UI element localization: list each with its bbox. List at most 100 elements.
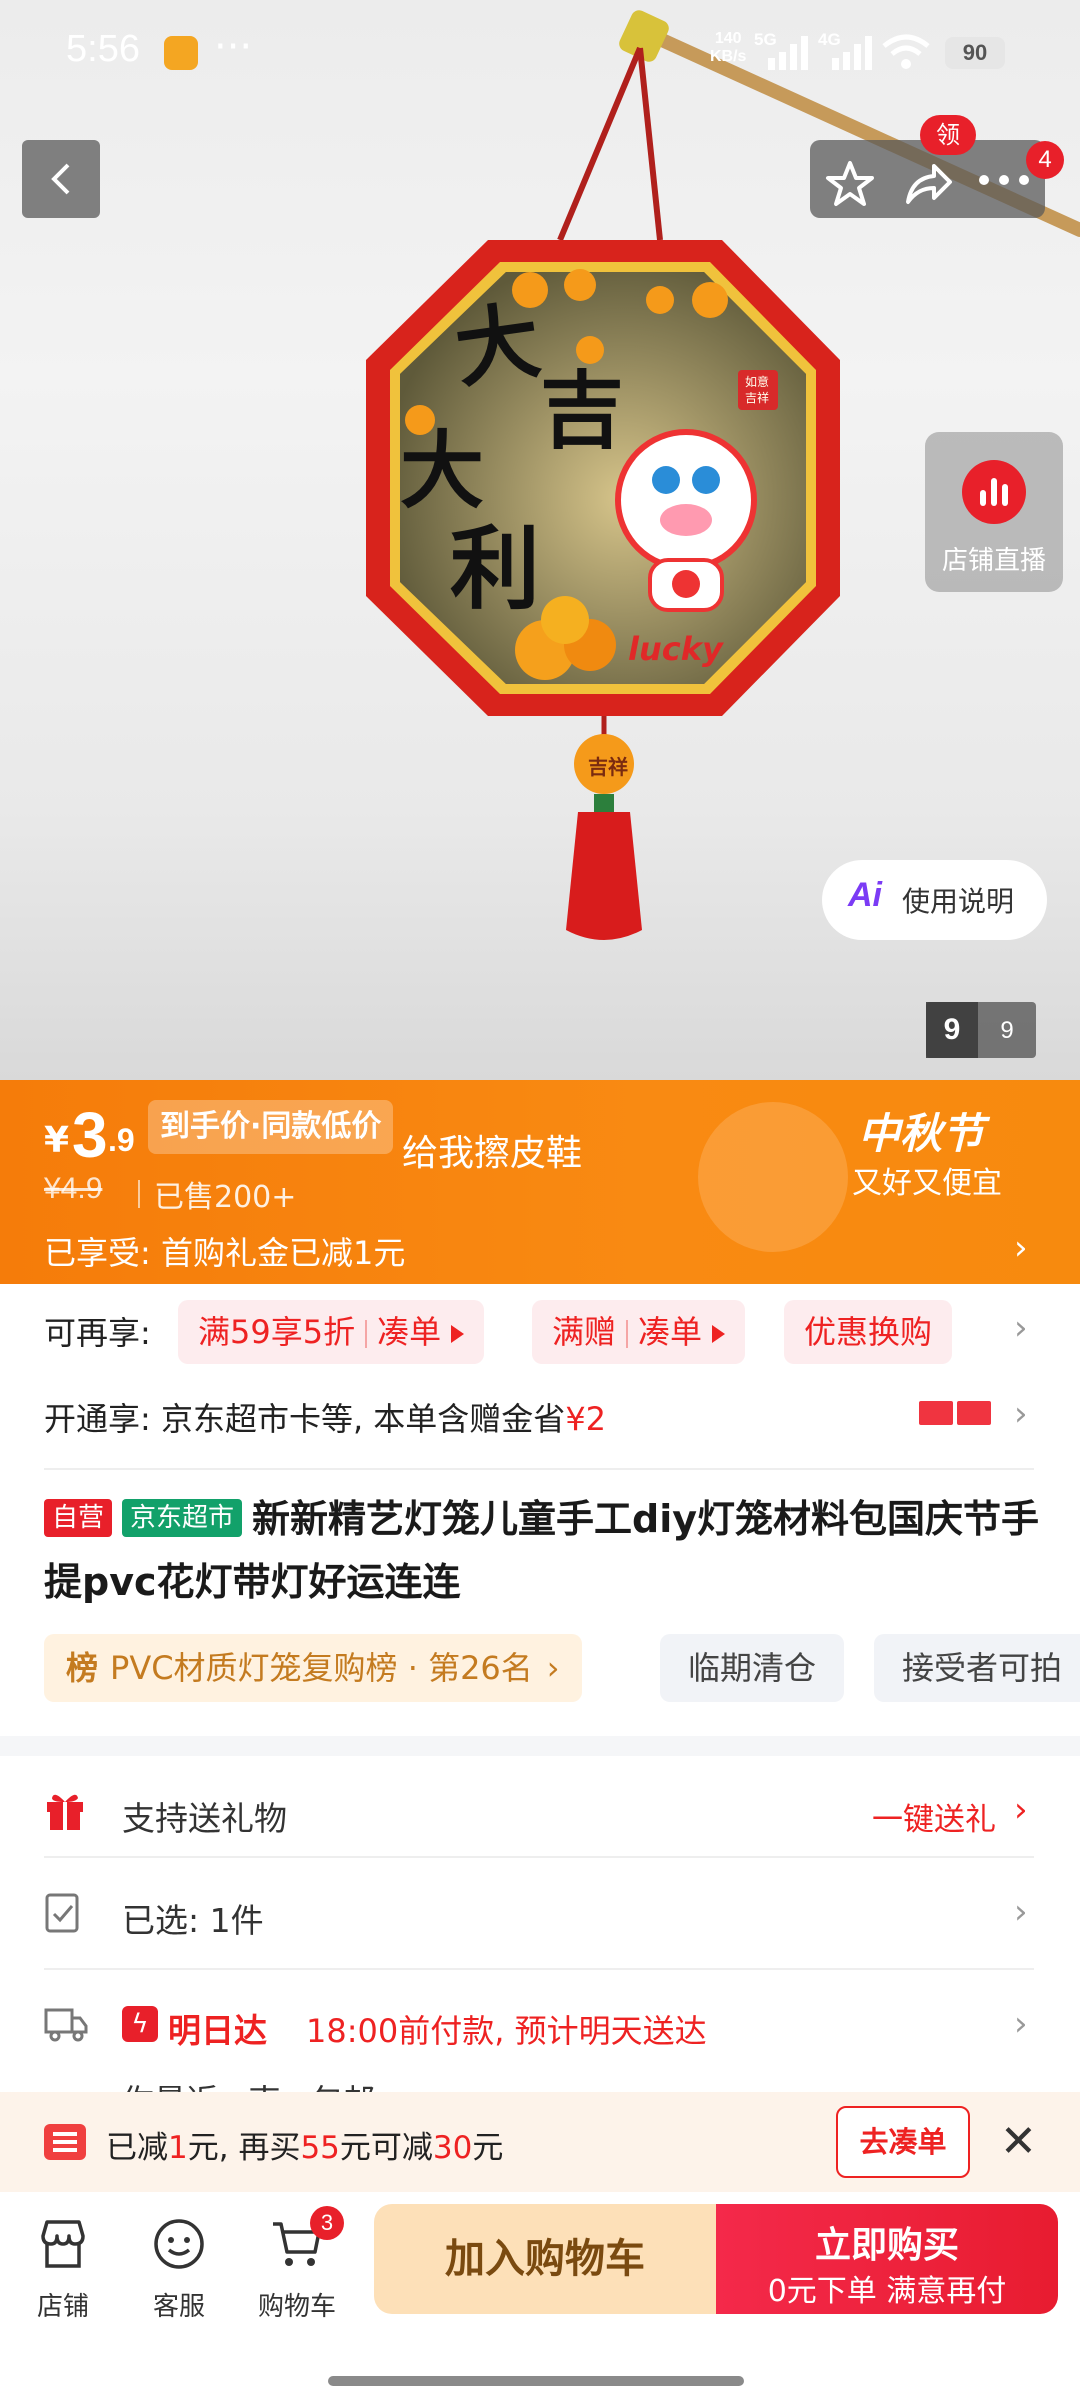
gallery-total-pages: 9 bbox=[1000, 1017, 1014, 1044]
sold-count: 已售200+ bbox=[154, 1180, 297, 1215]
share-icon[interactable] bbox=[902, 160, 954, 208]
app-notification-icon bbox=[164, 36, 198, 70]
svg-text:大: 大 bbox=[400, 421, 484, 520]
next-day-badge: 明日达 bbox=[168, 2011, 267, 2050]
promotion-label: 可再享: bbox=[44, 1314, 151, 1352]
coupon-icon bbox=[44, 2124, 86, 2160]
net-speed: 140 KB/s bbox=[710, 30, 747, 65]
gallery-current-page: 9 bbox=[926, 1002, 978, 1058]
membership-row[interactable]: 开通享: 京东超市卡等, 本单含赠金省¥2 › bbox=[0, 1374, 1080, 1464]
price-divider bbox=[138, 1180, 140, 1208]
svg-text:吉祥: 吉祥 bbox=[745, 391, 769, 405]
card-icon bbox=[916, 1398, 956, 1428]
checklist-icon bbox=[45, 1893, 79, 1933]
festival-title: 中秋节 bbox=[858, 1109, 985, 1158]
festival-subtitle: 又好又便宜 bbox=[852, 1166, 1002, 1201]
gift-icon bbox=[47, 1794, 83, 1830]
shop-icon bbox=[41, 2220, 85, 2268]
one-click-gift-link[interactable]: 一键送礼 bbox=[872, 1794, 996, 1839]
battery-indicator: 90 bbox=[945, 37, 1005, 69]
usage-guide-label: 使用说明 bbox=[902, 885, 1015, 918]
tag-row: 榜 PVC材质灯笼复购榜 · 第26名 › 临期清仓 接受者可拍 bbox=[44, 1634, 1080, 1704]
status-time: 5:56 bbox=[66, 28, 140, 70]
product-title: 自营 京东超市 新新精艺灯笼儿童手工diy灯笼材料包国庆节手提pvc花灯带灯好运连连 bbox=[44, 1497, 1040, 1604]
chevron-right-icon[interactable]: › bbox=[1014, 1308, 1028, 1348]
store-live-label: 店铺直播 bbox=[941, 546, 1046, 576]
delivery-estimate: 18:00前付款, 预计明天送达 bbox=[306, 2012, 707, 2050]
add-to-cart-button[interactable]: 加入购物车 bbox=[374, 2204, 716, 2314]
promo-chip-discount[interactable]: 满59享5折 凑单 bbox=[178, 1300, 485, 1364]
svg-text:吉祥: 吉祥 bbox=[588, 755, 628, 779]
usage-guide-button[interactable]: Ai 使用说明 bbox=[822, 860, 1047, 940]
play-arrow-icon bbox=[712, 1325, 726, 1343]
coupon-bar: 已减1元, 再买55元可减30元 去凑单 ✕ bbox=[0, 2092, 1080, 2192]
product-gallery[interactable]: 大 吉 大 利 如意 吉祥 lucky 吉祥 5:56 ··· 140 KB/s… bbox=[0, 0, 1080, 1080]
add-on-items-button[interactable]: 去凑单 bbox=[836, 2106, 970, 2178]
clearance-chip[interactable]: 临期清仓 bbox=[660, 1634, 845, 1702]
self-operated-tag: 自营 bbox=[44, 1499, 113, 1537]
shipping-note: 你最近 · 南 · 包邮 bbox=[122, 2076, 375, 2092]
price-decimal: .9 bbox=[108, 1122, 135, 1158]
final-price-tag: 到手价·同款低价 bbox=[148, 1100, 394, 1154]
bottom-action-bar: 店铺 客服 3 购物车 加入购物车 立即购买 0元下单 满意再付 bbox=[0, 2192, 1080, 2400]
price-overlay-text: 给我擦皮鞋 bbox=[402, 1133, 583, 1174]
close-icon[interactable]: ✕ bbox=[1000, 2116, 1037, 2167]
svg-text:利: 利 bbox=[450, 516, 540, 622]
selected-label: 已选: 1件 bbox=[122, 1901, 264, 1940]
original-price: ¥4.9 bbox=[44, 1172, 103, 1205]
status-bar: 5:56 ··· 140 KB/s 5G 4G 90 bbox=[0, 0, 1080, 110]
saving-amount: ¥2 bbox=[565, 1400, 607, 1438]
favorite-star-icon[interactable] bbox=[824, 160, 876, 208]
jd-supermarket-tag[interactable]: 京东超市 bbox=[122, 1499, 243, 1537]
more-icon[interactable] bbox=[978, 174, 1030, 186]
delivery-row[interactable]: ϟ 明日达 18:00前付款, 预计明天送达 › 你最近 · 南 · 包邮 bbox=[0, 1970, 1080, 2092]
chevron-right-icon: › bbox=[1014, 2004, 1028, 2044]
svg-text:lucky: lucky bbox=[628, 630, 724, 668]
back-button[interactable] bbox=[22, 140, 100, 218]
message-count-badge: 4 bbox=[1026, 141, 1064, 179]
live-chart-icon bbox=[962, 460, 1026, 524]
product-title-block: 自营 京东超市 新新精艺灯笼儿童手工diy灯笼材料包国庆节手提pvc花灯带灯好运连连 bbox=[44, 1488, 1040, 1614]
promo-chip-gift[interactable]: 满赠 凑单 bbox=[532, 1300, 746, 1364]
play-arrow-icon bbox=[451, 1325, 465, 1343]
gallery-page-counter: 9 9 bbox=[926, 1002, 1036, 1058]
coupon-badge[interactable]: 领 bbox=[920, 115, 976, 155]
coupon-text: 已减1元, 再买55元可减30元 bbox=[106, 2130, 504, 2166]
price-banner[interactable]: ¥ 3 .9 到手价·同款低价 给我擦皮鞋 ¥4.9 已售200+ 已享受: 首… bbox=[0, 1080, 1080, 1284]
selection-row[interactable]: 已选: 1件 › bbox=[0, 1858, 1080, 1968]
smiley-service-icon bbox=[154, 2219, 204, 2269]
top-action-group bbox=[810, 140, 1045, 218]
ranking-chip[interactable]: 榜 PVC材质灯笼复购榜 · 第26名 › bbox=[44, 1634, 582, 1702]
svg-text:如意: 如意 bbox=[745, 374, 769, 389]
gift-label: 支持送礼物 bbox=[122, 1799, 287, 1838]
wifi-icon bbox=[882, 34, 930, 69]
truck-icon bbox=[44, 2008, 88, 2042]
applied-discount-text: 已享受: 首购礼金已减1元 bbox=[44, 1234, 406, 1272]
chevron-left-icon bbox=[51, 163, 70, 195]
divider bbox=[44, 1468, 1034, 1470]
signal-4g-icon: 4G bbox=[818, 30, 876, 70]
receiver-chip[interactable]: 接受者可拍 bbox=[874, 1634, 1080, 1702]
card-icon bbox=[954, 1398, 994, 1428]
chevron-right-icon: › bbox=[1014, 1394, 1028, 1434]
promotion-row: 可再享: 满59享5折 凑单 满赠 凑单 优惠换购 › bbox=[0, 1284, 1080, 1374]
gift-row[interactable]: 支持送礼物 一键送礼 › bbox=[0, 1756, 1080, 1866]
festival-decoration-icon bbox=[698, 1102, 848, 1252]
home-indicator[interactable] bbox=[328, 2376, 744, 2386]
signal-5g-icon: 5G bbox=[754, 30, 812, 70]
status-more-icon: ··· bbox=[214, 24, 253, 70]
svg-text:大: 大 bbox=[449, 290, 546, 400]
membership-text: 开通享: 京东超市卡等, 本单含赠金省¥2 bbox=[44, 1400, 607, 1438]
promo-chip-exchange[interactable]: 优惠换购 bbox=[784, 1300, 953, 1364]
lightning-icon: ϟ bbox=[122, 2006, 158, 2042]
price-currency: ¥ bbox=[44, 1120, 70, 1161]
cart-count-badge: 3 bbox=[310, 2206, 344, 2240]
price-integer: 3 bbox=[72, 1099, 108, 1171]
section-gap bbox=[0, 1736, 1080, 1756]
ai-icon: Ai bbox=[848, 876, 882, 914]
chevron-right-icon: › bbox=[1014, 1228, 1028, 1268]
buy-now-button[interactable]: 立即购买 0元下单 满意再付 bbox=[716, 2204, 1058, 2314]
svg-text:吉: 吉 bbox=[540, 361, 624, 460]
ranking-icon: 榜 bbox=[66, 1649, 99, 1687]
store-live-button[interactable]: 店铺直播 bbox=[925, 432, 1063, 592]
